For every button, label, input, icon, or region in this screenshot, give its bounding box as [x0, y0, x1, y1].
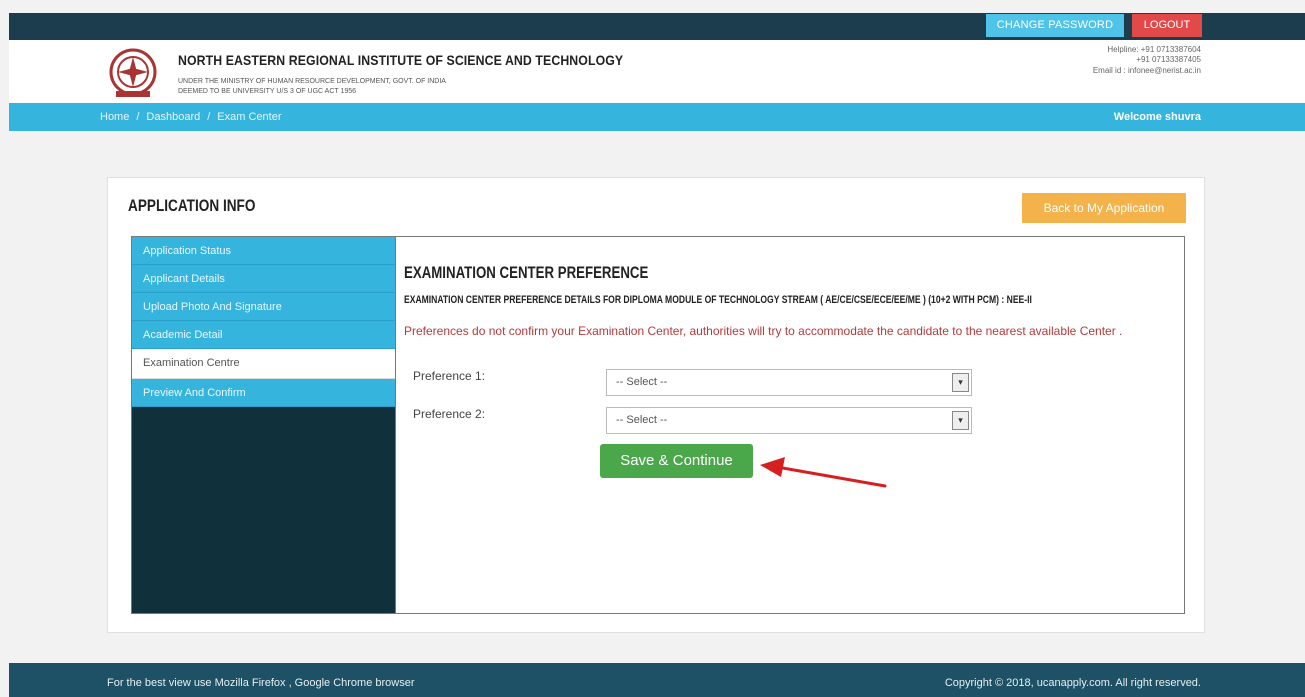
back-to-application-button[interactable]: Back to My Application	[1022, 193, 1186, 223]
institute-subtitle-2: DEEMED TO BE UNIVERSITY U/S 3 OF UGC ACT…	[178, 88, 357, 95]
breadcrumb: Home / Dashboard / Exam Center	[100, 111, 282, 123]
breadcrumb-separator: /	[207, 111, 211, 123]
sidebar-item-upload-photo[interactable]: Upload Photo And Signature	[132, 293, 395, 321]
preference-1-value: -- Select --	[616, 376, 668, 388]
sidebar-item-applicant-details[interactable]: Applicant Details	[132, 265, 395, 293]
sidebar-item-preview-confirm[interactable]: Preview And Confirm	[132, 379, 395, 407]
breadcrumb-separator: /	[136, 111, 140, 123]
preference-2-label: Preference 2:	[413, 407, 486, 421]
section-subtitle: EXAMINATION CENTER PREFERENCE DETAILS FO…	[404, 294, 1032, 306]
change-password-button[interactable]: CHANGE PASSWORD	[986, 14, 1124, 37]
institute-subtitle-1: UNDER THE MINISTRY OF HUMAN RESOURCE DEV…	[178, 78, 446, 85]
welcome-text: Welcome shuvra	[1113, 111, 1201, 123]
section-title: EXAMINATION CENTER PREFERENCE	[404, 263, 649, 282]
helpline-1: Helpline: +91 0713387604	[1107, 45, 1201, 54]
institute-name: NORTH EASTERN REGIONAL INSTITUTE OF SCIE…	[178, 52, 624, 68]
breadcrumb-current: Exam Center	[217, 111, 282, 123]
breadcrumb-dashboard[interactable]: Dashboard	[146, 111, 200, 123]
sidebar-item-application-status[interactable]: Application Status	[132, 237, 395, 265]
dropdown-arrow-icon[interactable]: ▾	[952, 411, 969, 430]
save-continue-button[interactable]: Save & Continue	[600, 444, 753, 478]
preference-1-select[interactable]: -- Select -- ▾	[606, 369, 972, 396]
red-arrow-icon	[760, 457, 887, 488]
panel-title: APPLICATION INFO	[128, 196, 256, 215]
breadcrumb-home[interactable]: Home	[100, 111, 129, 123]
helpline-2: +91 07133387405	[1136, 55, 1201, 64]
contact-email: Email id : infonee@nerist.ac.in	[1092, 66, 1201, 75]
preference-1-label: Preference 1:	[413, 369, 486, 383]
logout-button[interactable]: LOGOUT	[1132, 14, 1202, 37]
preference-2-select[interactable]: -- Select -- ▾	[606, 407, 972, 434]
institute-logo-icon	[109, 48, 157, 97]
preference-2-value: -- Select --	[616, 414, 668, 426]
sidebar-item-examination-centre[interactable]: Examination Centre	[132, 349, 395, 379]
footer-copyright: Copyright © 2018, ucanapply.com. All rig…	[944, 677, 1201, 689]
sidebar-item-academic-detail[interactable]: Academic Detail	[132, 321, 395, 349]
warning-text: Preferences do not confirm your Examinat…	[404, 324, 1123, 338]
footer-browser-note: For the best view use Mozilla Firefox , …	[107, 677, 415, 689]
dropdown-arrow-icon[interactable]: ▾	[952, 373, 969, 392]
